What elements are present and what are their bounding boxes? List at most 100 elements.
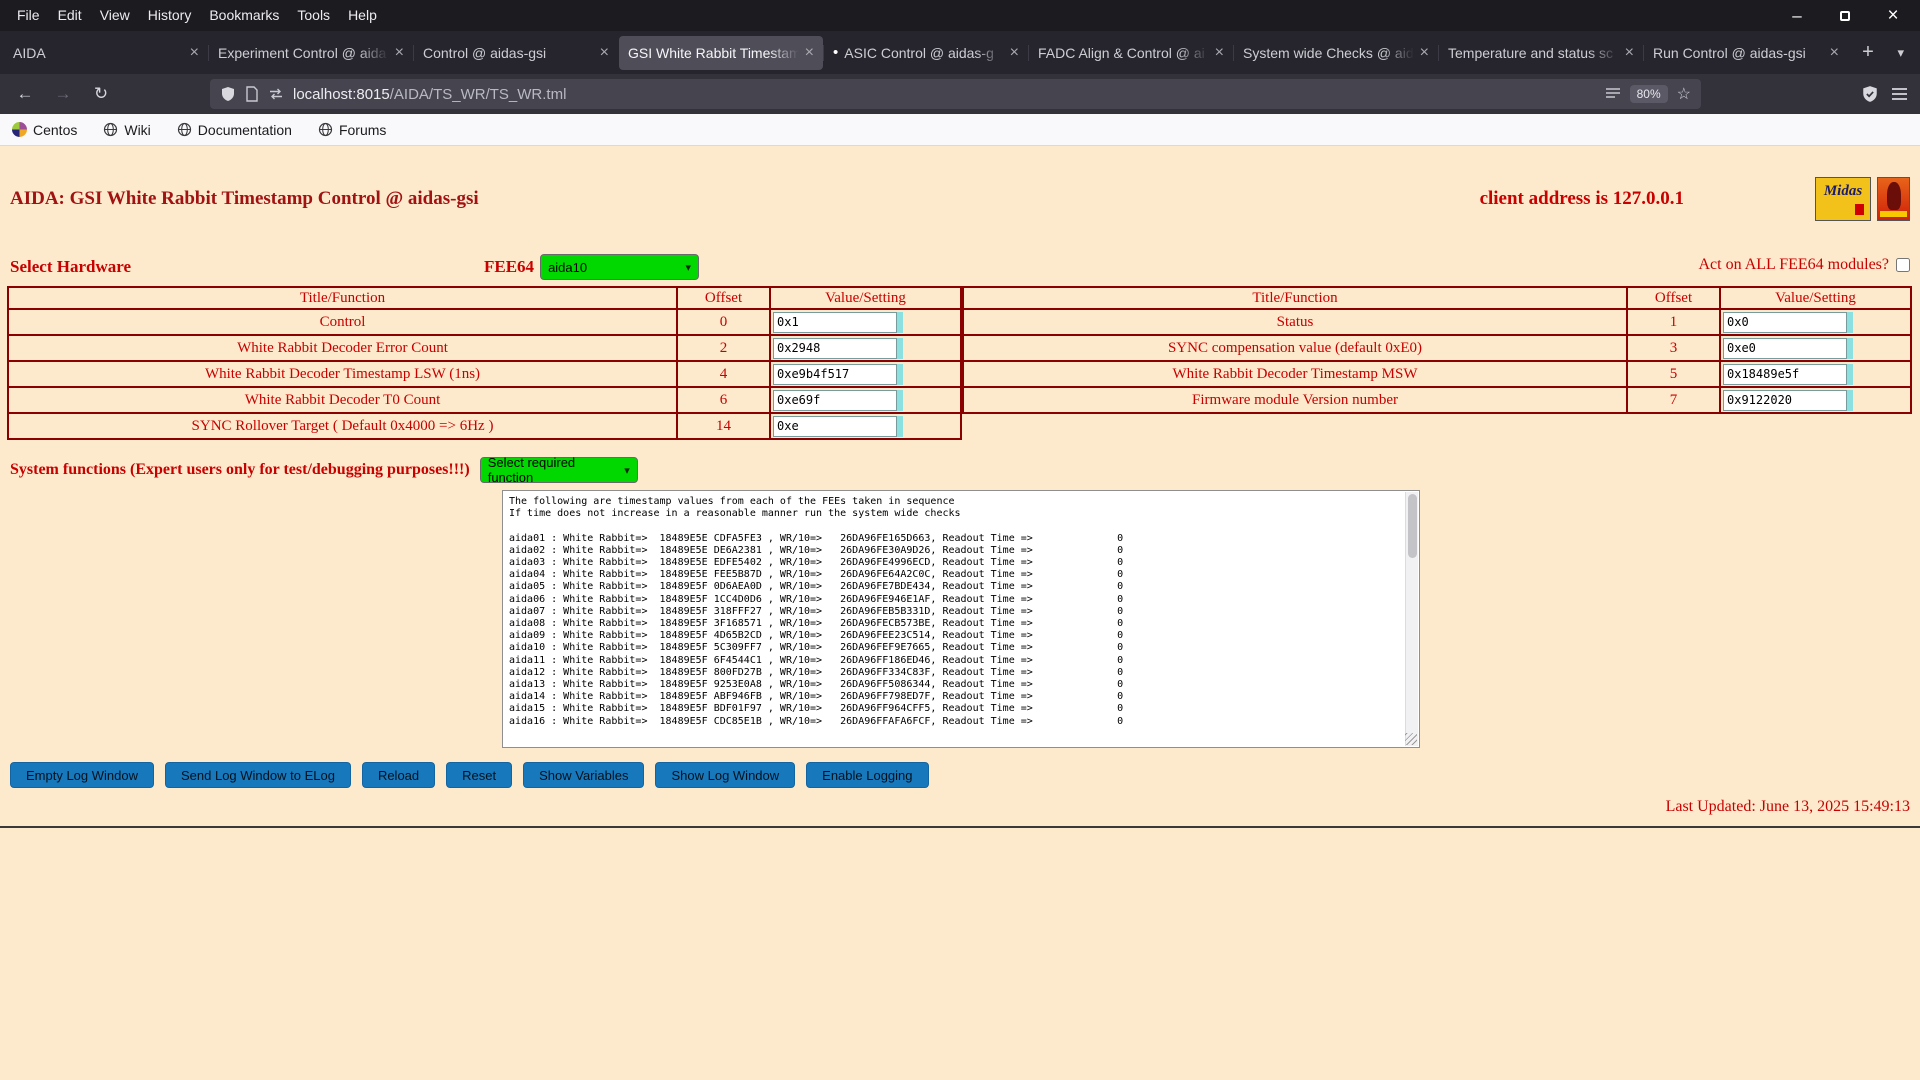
column-header-offset: Offset xyxy=(1626,286,1721,310)
tab-close-icon[interactable]: × xyxy=(1830,44,1839,62)
register-title: SYNC Rollover Target ( Default 0x4000 =>… xyxy=(7,412,678,440)
tab-aida[interactable]: AIDA × xyxy=(4,36,208,70)
menu-edit[interactable]: Edit xyxy=(49,0,91,31)
register-value-input[interactable] xyxy=(1723,337,1847,359)
register-value-input[interactable] xyxy=(773,415,897,437)
tab-bar: AIDA × Experiment Control @ aida × Contr… xyxy=(0,31,1920,74)
show-variables-button[interactable]: Show Variables xyxy=(523,762,645,788)
bookmark-label: Forums xyxy=(338,121,387,138)
back-icon[interactable]: ← xyxy=(12,81,38,107)
midas-logo[interactable]: Midas xyxy=(1815,177,1871,221)
table-row: White Rabbit Decoder T0 Count 6 xyxy=(7,386,962,414)
client-address: client address is 127.0.0.1 xyxy=(1479,188,1684,209)
navigation-toolbar: ← → ↻ localhost:8015/AIDA/TS_WR/TS_WR.tm… xyxy=(0,74,1920,114)
permissions-icon[interactable] xyxy=(268,87,284,101)
reader-mode-icon[interactable] xyxy=(1605,87,1621,101)
tab-system-checks[interactable]: System wide Checks @ aid × xyxy=(1233,36,1438,70)
act-on-all-label: Act on ALL FEE64 modules? xyxy=(1698,256,1890,273)
tab-close-icon[interactable]: × xyxy=(1010,44,1019,62)
bookmark-forums[interactable]: Forums xyxy=(318,122,386,138)
table-row: Status 1 xyxy=(962,308,1912,336)
hamburger-menu-icon[interactable] xyxy=(1891,87,1908,101)
system-function-select[interactable]: Select required function ▾ xyxy=(479,455,638,485)
menu-bookmarks[interactable]: Bookmarks xyxy=(200,0,288,31)
url-text[interactable]: localhost:8015/AIDA/TS_WR/TS_WR.tml xyxy=(293,86,1596,103)
log-resize-grip[interactable] xyxy=(1405,733,1417,745)
fee64-select[interactable]: aida10 ▾ xyxy=(540,254,700,280)
extension-shield-icon[interactable] xyxy=(1861,85,1879,103)
register-value-input[interactable] xyxy=(773,337,897,359)
system-functions-row: System functions (Expert users only for … xyxy=(10,455,1910,485)
column-header-title: Title/Function xyxy=(962,286,1628,310)
tab-asic-control[interactable]: • ASIC Control @ aidas-g × xyxy=(823,36,1028,70)
bookmark-label: Wiki xyxy=(124,121,151,138)
new-tab-button[interactable]: + xyxy=(1853,38,1883,68)
bookmark-centos[interactable]: Centos xyxy=(12,122,77,138)
column-header-offset: Offset xyxy=(676,286,771,310)
list-all-tabs-icon[interactable]: ▾ xyxy=(1897,45,1916,61)
value-edit-strip xyxy=(897,389,903,411)
tab-fadc-align[interactable]: FADC Align & Control @ ai × xyxy=(1028,36,1233,70)
tab-close-icon[interactable]: × xyxy=(395,44,404,62)
bookmark-wiki[interactable]: Wiki xyxy=(103,121,151,138)
show-log-window-button[interactable]: Show Log Window xyxy=(655,762,796,788)
tab-close-icon[interactable]: × xyxy=(600,44,609,62)
register-value-input[interactable] xyxy=(773,311,897,333)
tab-close-icon[interactable]: × xyxy=(805,44,814,62)
enable-logging-button[interactable]: Enable Logging xyxy=(806,762,929,788)
tab-label: AIDA xyxy=(13,44,46,61)
tab-close-icon[interactable]: × xyxy=(1625,44,1634,62)
act-on-all-checkbox[interactable] xyxy=(1896,258,1910,272)
tracking-protection-shield-icon[interactable] xyxy=(220,86,236,102)
experiment-logo[interactable] xyxy=(1877,177,1910,221)
tab-gsi-white-rabbit[interactable]: GSI White Rabbit Timestam × xyxy=(619,35,823,70)
last-updated-text: Last Updated: June 13, 2025 15:49:13 xyxy=(1665,798,1910,815)
send-log-to-elog-button[interactable]: Send Log Window to ELog xyxy=(165,762,351,788)
zoom-level-badge[interactable]: 80% xyxy=(1629,85,1668,103)
select-hardware-label: Select Hardware xyxy=(10,257,132,276)
table-row: White Rabbit Decoder Timestamp LSW (1ns)… xyxy=(7,360,962,388)
tab-experiment-control[interactable]: Experiment Control @ aida × xyxy=(208,36,413,70)
menu-view[interactable]: View xyxy=(91,0,139,31)
reset-button[interactable]: Reset xyxy=(446,762,513,788)
url-bar[interactable]: localhost:8015/AIDA/TS_WR/TS_WR.tml 80% … xyxy=(210,79,1701,109)
experiment-logo-figure xyxy=(1887,182,1901,210)
register-value-input[interactable] xyxy=(1723,389,1847,411)
column-header-title: Title/Function xyxy=(7,286,678,310)
register-value-input[interactable] xyxy=(773,389,897,411)
register-value-input[interactable] xyxy=(773,363,897,385)
close-icon[interactable]: × xyxy=(1884,5,1902,26)
forward-icon[interactable]: → xyxy=(50,81,76,107)
reload-button[interactable]: Reload xyxy=(361,762,436,788)
log-window[interactable]: The following are timestamp values from … xyxy=(502,490,1420,748)
tab-run-control[interactable]: Run Control @ aidas-gsi × xyxy=(1643,36,1848,70)
bookmark-star-icon[interactable]: ☆ xyxy=(1677,84,1691,104)
reload-icon[interactable]: ↻ xyxy=(88,81,114,107)
value-edit-strip xyxy=(1847,363,1853,385)
log-scrollbar-thumb[interactable] xyxy=(1408,494,1417,558)
register-offset: 14 xyxy=(676,412,771,440)
column-header-value: Value/Setting xyxy=(1719,286,1912,310)
log-scrollbar[interactable] xyxy=(1405,492,1418,746)
tab-control[interactable]: Control @ aidas-gsi × xyxy=(413,36,618,70)
menu-tools[interactable]: Tools xyxy=(288,0,339,31)
tab-close-icon[interactable]: × xyxy=(1215,44,1224,62)
menu-help[interactable]: Help xyxy=(339,0,386,31)
minimize-icon[interactable]: – xyxy=(1788,6,1806,25)
bookmark-documentation[interactable]: Documentation xyxy=(177,122,292,138)
value-edit-strip xyxy=(1847,337,1853,359)
tab-temperature-status[interactable]: Temperature and status sc × xyxy=(1438,36,1643,70)
page-info-icon[interactable] xyxy=(245,86,259,102)
menu-history[interactable]: History xyxy=(139,0,201,31)
register-value-input[interactable] xyxy=(1723,311,1847,333)
table-row: SYNC compensation value (default 0xE0) 3 xyxy=(962,334,1912,362)
log-text[interactable]: The following are timestamp values from … xyxy=(503,491,1419,747)
tab-close-icon[interactable]: × xyxy=(1420,44,1429,62)
tab-close-icon[interactable]: × xyxy=(190,44,199,62)
empty-log-window-button[interactable]: Empty Log Window xyxy=(10,762,154,788)
register-offset: 0 xyxy=(676,308,771,336)
register-title: White Rabbit Decoder T0 Count xyxy=(7,386,678,414)
menu-file[interactable]: File xyxy=(8,0,49,31)
register-value-input[interactable] xyxy=(1723,363,1847,385)
maximize-icon[interactable] xyxy=(1836,7,1854,25)
